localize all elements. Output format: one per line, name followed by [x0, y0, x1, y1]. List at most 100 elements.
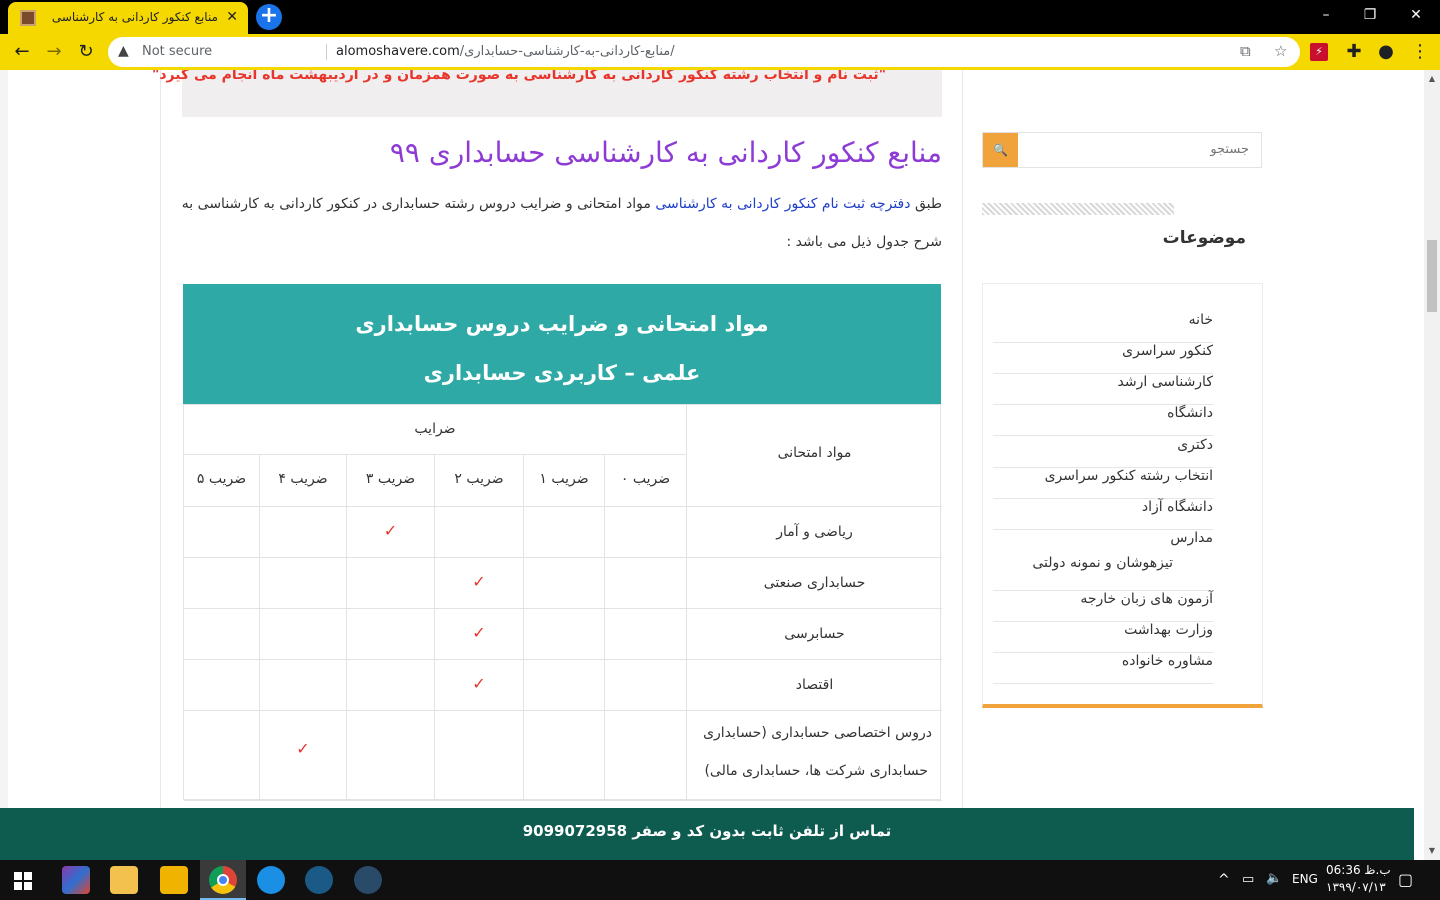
translate-icon[interactable]: ⧉	[1240, 42, 1251, 60]
coeff-cell	[184, 711, 260, 801]
window-minimize-button[interactable]: –	[1306, 4, 1346, 28]
topics-title: موضوعات	[1162, 228, 1246, 248]
window-close-button[interactable]: ✕	[1396, 4, 1436, 28]
coeff-cell	[435, 711, 524, 801]
search-input[interactable]	[1049, 142, 1249, 157]
tray-expand-icon[interactable]: ^	[1218, 872, 1230, 888]
url-host: alomoshavere.com	[336, 44, 460, 59]
menu-icon[interactable]: ⋮	[1408, 40, 1432, 64]
sidebar-menu-item[interactable]: انتخاب رشته کنکور سراسری	[993, 468, 1213, 499]
winrar-icon[interactable]	[62, 866, 90, 894]
omnibox-divider	[326, 44, 327, 60]
address-bar[interactable]: ▲ Not secure alomoshavere.com/منابع-کارد…	[108, 37, 1300, 67]
teamspeak-icon[interactable]	[354, 866, 382, 894]
coeff-header-label: ضریب ۵	[196, 471, 247, 487]
brochure-link[interactable]: دفترچه ثبت نام کنکور کاردانی به کارشناسی	[655, 196, 910, 212]
coeff-cell	[184, 660, 260, 711]
kmplayer-icon[interactable]	[160, 866, 188, 894]
volume-icon[interactable]: 🔈	[1266, 871, 1282, 886]
url-path: /منابع-کاردانی-به-کارشناسی-حسابداری/	[459, 44, 675, 59]
tab-close-icon[interactable]: ✕	[226, 8, 238, 26]
sidebar-menu-item[interactable]: دکتری	[993, 437, 1213, 468]
reload-button[interactable]: ↻	[74, 40, 98, 64]
coeff-cell	[347, 660, 435, 711]
page-gutter	[0, 70, 8, 860]
sidebar-menu-item[interactable]: کارشناسی ارشد	[993, 374, 1213, 405]
window-maximize-button[interactable]: ❐	[1350, 4, 1390, 28]
star-icon[interactable]: ☆	[1274, 42, 1287, 60]
new-tab-button[interactable]: +	[256, 4, 282, 30]
coeff-cell	[184, 558, 260, 609]
scroll-down-arrow-icon[interactable]: ▼	[1424, 846, 1440, 855]
coeff-cell	[260, 558, 347, 609]
table-row-subject: حسابداری صنعتی	[687, 558, 942, 609]
file-explorer-icon[interactable]	[110, 866, 138, 894]
coeff-cell	[347, 609, 435, 660]
subject-label: ریاضی و آمار	[776, 523, 853, 540]
notice-box: "ثبت نام و انتخاب رشته کنکور کاردانی به …	[152, 70, 942, 117]
coeff-header-cell: ضریب ۰	[605, 455, 687, 507]
coeff-cell	[435, 507, 524, 558]
scroll-up-arrow-icon[interactable]: ▲	[1424, 74, 1440, 83]
intro-line-1: طبق دفترچه ثبت نام کنکور کاردانی به کارش…	[180, 196, 942, 212]
extension-icon[interactable]: ⚡	[1310, 43, 1328, 61]
check-mark-icon: ✓	[383, 520, 398, 540]
coeff-header-cell: ضریب ۳	[347, 455, 435, 507]
check-mark-icon: ✓	[472, 622, 486, 642]
forward-button[interactable]: →	[42, 40, 66, 64]
back-button[interactable]: ←	[10, 40, 34, 64]
coeff-cell	[347, 711, 435, 801]
sidebar-menu-item[interactable]: تیزهوشان و نمونه دولتی	[993, 555, 1213, 591]
coeff-cell	[260, 609, 347, 660]
search-button[interactable]: 🔍	[983, 133, 1018, 167]
browser-tab-active[interactable]: منابع کنکور کاردانی به کارشناسی حسابداری…	[8, 2, 248, 34]
network-icon[interactable]: ▭	[1242, 872, 1254, 887]
table-title-band: مواد امتحانی و ضرایب دروس حسابداری علمی …	[183, 284, 941, 404]
table-row-subject: اقتصاد	[687, 660, 942, 711]
sidebar-menu-item[interactable]: دانشگاه	[993, 405, 1213, 436]
clock-time[interactable]: 06:36 ب.ظ	[1326, 863, 1391, 877]
sidebar-menu-item[interactable]: خانه	[993, 312, 1213, 343]
sidebar-menu-item[interactable]: آزمون های زبان خارجه	[993, 591, 1213, 622]
sidebar-menu-item[interactable]: مشاوره خانواده	[993, 653, 1213, 684]
coeff-header-label: ضریب ۲	[454, 471, 504, 487]
notification-icon[interactable]: ▢	[1398, 870, 1413, 889]
site-favicon-icon	[20, 10, 36, 26]
security-label[interactable]: Not secure	[142, 44, 212, 59]
table-row-subject: ریاضی و آمار	[687, 507, 942, 558]
steam-icon[interactable]	[305, 866, 333, 894]
profile-icon[interactable]: ●	[1374, 40, 1398, 64]
coeff-cell	[605, 558, 687, 609]
contact-text[interactable]: تماس از تلفن ثابت بدون کد و صفر 90990729…	[0, 822, 1414, 840]
start-icon[interactable]	[14, 872, 32, 890]
coefficient-table: مواد امتحانی ضرایب ضریب ۰ ضریب ۱ ضریب ۲ ضریب …	[183, 404, 942, 801]
contact-bar[interactable]: تماس از تلفن ثابت بدون کد و صفر 90990729…	[0, 808, 1414, 860]
browser-toolbar: ← → ↻ ▲ Not secure alomoshavere.com/مناب…	[0, 34, 1440, 70]
check-mark-icon: ✓	[472, 673, 486, 693]
coeff-cell	[524, 711, 605, 801]
search-icon: 🔍	[993, 143, 1008, 157]
page-scrollbar[interactable]: ▲ ▼	[1424, 70, 1440, 860]
coeff-cell: ✓	[435, 660, 524, 711]
sidebar-menu-item[interactable]: دانشگاه آزاد	[993, 499, 1213, 530]
chrome-icon[interactable]	[209, 866, 237, 894]
sidebar-menu-item[interactable]: وزارت بهداشت	[993, 622, 1213, 653]
coeff-cell	[524, 660, 605, 711]
language-indicator[interactable]: ENG	[1292, 872, 1318, 886]
tab-strip: منابع کنکور کاردانی به کارشناسی حسابداری…	[0, 0, 1440, 34]
puzzle-icon[interactable]: ✚	[1342, 40, 1366, 64]
coeff-cell	[184, 609, 260, 660]
coeff-header-label: ضریب ۳	[365, 471, 416, 487]
coeff-cell	[347, 558, 435, 609]
header-subject-label: مواد امتحانی	[777, 445, 852, 461]
url-text[interactable]: alomoshavere.com/منابع-کاردانی-به-کارشنا…	[336, 44, 675, 59]
scrollbar-thumb[interactable]	[1427, 240, 1437, 312]
clock-date[interactable]: ۱۳۹۹/۰۷/۱۳	[1326, 880, 1386, 894]
warning-icon: ▲	[118, 43, 129, 59]
uplay-icon[interactable]	[257, 866, 285, 894]
coeff-header-cell: ضریب ۲	[435, 455, 524, 507]
intro-suffix: مواد امتحانی و ضرایب دروس رشته حسابداری …	[181, 196, 656, 212]
sidebar-menu-item[interactable]: کنکور سراسری	[993, 343, 1213, 374]
subject-label: حسابداری صنعتی	[763, 574, 866, 591]
sidebar-menu-item[interactable]: مدارس	[993, 530, 1213, 555]
